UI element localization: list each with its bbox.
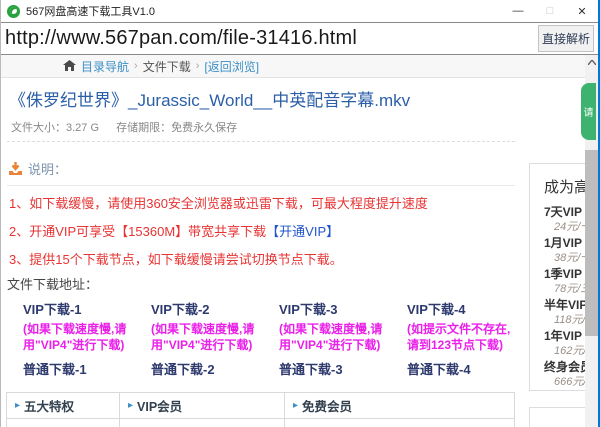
parse-button[interactable]: 直接解析 <box>538 25 594 52</box>
window-controls: — □ ✕ <box>502 0 598 22</box>
maximize-button[interactable]: □ <box>534 0 566 22</box>
note-line-2: 2、开通VIP可享受【15360M】带宽共享下载【开通VIP】 <box>9 221 339 240</box>
benefits-header-label: 免费会员 <box>302 396 352 415</box>
note-line-2-text: 2、开通VIP可享受【15360M】带宽共享下载 <box>9 224 266 239</box>
vip-download-1-note: (如果下载速度慢,请用"VIP4"进行下载) <box>23 321 137 353</box>
minimize-button[interactable]: — <box>502 0 534 22</box>
download-column-1: VIP下载-1 (如果下载速度慢,请用"VIP4"进行下载) 普通下载-1 <box>23 299 151 378</box>
triangle-marker-icon: ▸ <box>128 400 133 411</box>
benefits-header-vip: ▸ VIP会员 <box>120 393 285 418</box>
vip-download-3-note: (如果下载速度慢,请用"VIP4"进行下载) <box>279 321 393 353</box>
file-storage: 存储期限：免费永久保存 <box>116 122 237 134</box>
file-title: 《侏罗纪世界》_Jurassic_World__中英配音字幕.mkv <box>9 86 410 111</box>
home-icon[interactable] <box>63 60 76 72</box>
breadcrumb-separator: › <box>134 60 138 72</box>
app-icon <box>7 5 20 18</box>
download-column-3: VIP下载-3 (如果下载速度慢,请用"VIP4"进行下载) 普通下载-3 <box>279 299 407 378</box>
normal-download-1-link[interactable]: 普通下载-1 <box>23 359 151 378</box>
benefits-header-label: 五大特权 <box>24 396 74 415</box>
benefits-table-header-row: ▸ 五大特权 ▸ VIP会员 ▸ 免费会员 <box>7 393 514 419</box>
note-line-1: 1、如下载缓慢，请使用360安全浏览器或迅雷下载，可最大程度提升速度 <box>9 193 428 212</box>
scroll-up-arrow-icon[interactable] <box>585 55 599 70</box>
download-links: VIP下载-1 (如果下载速度慢,请用"VIP4"进行下载) 普通下载-1 VI… <box>23 299 523 378</box>
note-line-3: 3、提供15个下载节点，如下载缓慢请尝试切换节点下载。 <box>9 249 343 268</box>
file-meta: 文件大小：3.27 G 存储期限：免费永久保存 <box>11 119 251 135</box>
download-icon <box>8 162 23 176</box>
open-vip-link[interactable]: 【开通VIP】 <box>266 224 339 239</box>
file-size: 文件大小：3.27 G <box>11 122 99 134</box>
benefits-table: ▸ 五大特权 ▸ VIP会员 ▸ 免费会员 <box>6 392 515 427</box>
breadcrumb-nav-link[interactable]: 目录导航 <box>81 58 129 75</box>
notes-header: 说明： <box>8 159 67 178</box>
normal-download-4-link[interactable]: 普通下载-4 <box>407 359 535 378</box>
breadcrumb: 目录导航 › 文件下载 › [返回浏览] <box>1 55 598 78</box>
floating-tab-label: 请 <box>584 104 594 119</box>
benefits-header-free: ▸ 免费会员 <box>285 393 514 418</box>
divider <box>7 141 515 142</box>
download-column-2: VIP下载-2 (如果下载速度慢,请用"VIP4"进行下载) 普通下载-2 <box>151 299 279 378</box>
breadcrumb-current: 文件下载 <box>143 58 191 75</box>
vip-download-2-note: (如果下载速度慢,请用"VIP4"进行下载) <box>151 321 265 353</box>
benefits-cell <box>285 419 514 427</box>
app-window: 567网盘高速下载工具V1.0 — □ ✕ http://www.567pan.… <box>0 0 600 427</box>
benefits-header-label: VIP会员 <box>137 396 182 415</box>
download-column-4: VIP下载-4 (如提示文件不存在,请到123节点下载) 普通下载-4 <box>407 299 535 378</box>
vip-download-4-link[interactable]: VIP下载-4 <box>407 299 535 318</box>
normal-download-2-link[interactable]: 普通下载-2 <box>151 359 279 378</box>
notes-header-label: 说明： <box>28 159 67 178</box>
divider <box>7 185 515 186</box>
benefits-cell <box>7 419 120 427</box>
vip-download-4-note: (如提示文件不存在,请到123节点下载) <box>407 321 521 353</box>
vip-download-1-link[interactable]: VIP下载-1 <box>23 299 151 318</box>
breadcrumb-separator: › <box>196 60 200 72</box>
vip-download-3-link[interactable]: VIP下载-3 <box>279 299 407 318</box>
triangle-marker-icon: ▸ <box>293 400 298 411</box>
title-bar: 567网盘高速下载工具V1.0 — □ ✕ <box>1 0 598 22</box>
benefits-cell <box>120 419 285 427</box>
breadcrumb-back-link[interactable]: [返回浏览] <box>204 58 259 75</box>
vip-download-2-link[interactable]: VIP下载-2 <box>151 299 279 318</box>
window-title: 567网盘高速下载工具V1.0 <box>26 3 155 19</box>
url-input[interactable]: http://www.567pan.com/file-31416.html <box>1 27 538 50</box>
normal-download-3-link[interactable]: 普通下载-3 <box>279 359 407 378</box>
address-bar: http://www.567pan.com/file-31416.html 直接… <box>1 22 598 55</box>
close-button[interactable]: ✕ <box>566 0 598 22</box>
scrollbar-thumb[interactable] <box>585 150 599 336</box>
benefits-header-privileges: ▸ 五大特权 <box>7 393 120 418</box>
floating-service-tab[interactable]: 请 <box>581 83 596 140</box>
triangle-marker-icon: ▸ <box>15 400 20 411</box>
download-section-label: 文件下载地址： <box>7 274 98 293</box>
benefits-table-row <box>7 419 514 427</box>
